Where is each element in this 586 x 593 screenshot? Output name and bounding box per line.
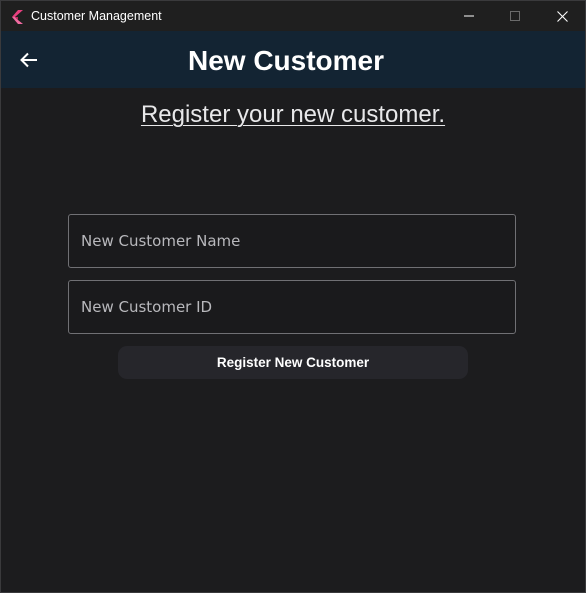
customer-id-field[interactable] xyxy=(68,280,516,334)
page-subtitle: Register your new customer. xyxy=(140,101,446,128)
minimize-button[interactable] xyxy=(446,1,492,31)
arrow-back-icon xyxy=(20,52,37,68)
app-window: Customer Management New Customer Registe… xyxy=(0,0,586,593)
minimize-icon xyxy=(464,15,474,17)
app-bar: New Customer xyxy=(1,31,585,88)
close-icon xyxy=(556,10,568,22)
flutter-logo-icon xyxy=(10,9,24,24)
customer-id-input[interactable] xyxy=(69,281,515,333)
customer-name-field[interactable] xyxy=(68,214,516,268)
customer-name-input[interactable] xyxy=(69,215,515,267)
maximize-button[interactable] xyxy=(492,1,538,31)
window-title: Customer Management xyxy=(31,9,162,23)
page-title: New Customer xyxy=(187,45,385,76)
back-button[interactable] xyxy=(14,45,44,75)
maximize-icon xyxy=(510,11,520,21)
window-titlebar[interactable]: Customer Management xyxy=(1,1,585,31)
register-customer-button[interactable]: Register New Customer xyxy=(118,346,468,379)
close-button[interactable] xyxy=(539,1,585,31)
